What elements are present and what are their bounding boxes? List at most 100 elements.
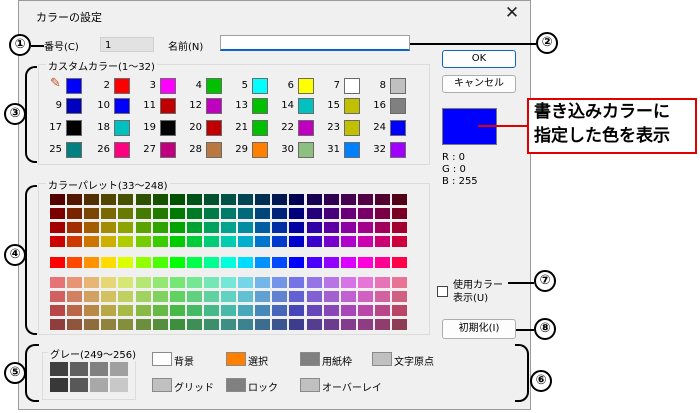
palette-cell[interactable] <box>186 194 202 205</box>
custom-color-swatch[interactable] <box>344 142 360 158</box>
palette-cell[interactable] <box>392 222 407 233</box>
palette-cell[interactable] <box>135 319 151 330</box>
palette-cell[interactable] <box>272 257 288 268</box>
palette-cell[interactable] <box>203 319 219 330</box>
palette-cell[interactable] <box>101 319 117 330</box>
system-color-swatch[interactable] <box>300 378 320 392</box>
palette-cell[interactable] <box>221 194 236 205</box>
palette-cell[interactable] <box>255 277 271 288</box>
palette-cell[interactable] <box>101 277 117 288</box>
palette-cell[interactable] <box>255 236 271 247</box>
palette-cell[interactable] <box>203 222 219 233</box>
palette-cell[interactable] <box>186 257 202 268</box>
palette-cell[interactable] <box>392 208 407 219</box>
palette-cell[interactable] <box>67 305 83 316</box>
name-input[interactable] <box>220 35 410 51</box>
palette-cell[interactable] <box>238 291 254 302</box>
palette-cell[interactable] <box>323 291 339 302</box>
palette-cell[interactable] <box>306 236 322 247</box>
custom-color-swatch[interactable] <box>114 142 130 158</box>
palette-cell[interactable] <box>392 194 407 205</box>
custom-color-swatch[interactable] <box>160 78 176 94</box>
palette-cell[interactable] <box>203 194 219 205</box>
palette-cell[interactable] <box>357 208 373 219</box>
palette-cell[interactable] <box>186 319 202 330</box>
palette-cell[interactable] <box>289 257 305 268</box>
palette-cell[interactable] <box>306 194 322 205</box>
palette-cell[interactable] <box>306 277 322 288</box>
palette-cell[interactable] <box>50 257 65 268</box>
palette-cell[interactable] <box>169 222 185 233</box>
palette-cell[interactable] <box>135 305 151 316</box>
palette-cell[interactable] <box>203 208 219 219</box>
grey-cell[interactable] <box>110 378 128 392</box>
palette-cell[interactable] <box>374 208 390 219</box>
palette-cell[interactable] <box>203 257 219 268</box>
palette-cell[interactable] <box>289 277 305 288</box>
grey-cell[interactable] <box>70 362 88 376</box>
palette-cell[interactable] <box>135 194 151 205</box>
palette-cell[interactable] <box>272 208 288 219</box>
palette-cell[interactable] <box>392 305 407 316</box>
palette-cell[interactable] <box>67 236 83 247</box>
palette-cell[interactable] <box>323 222 339 233</box>
palette-cell[interactable] <box>221 236 236 247</box>
number-field[interactable]: 1 <box>100 37 154 52</box>
palette-cell[interactable] <box>289 319 305 330</box>
palette-cell[interactable] <box>118 277 134 288</box>
system-color-swatch[interactable] <box>226 352 246 366</box>
palette-cell[interactable] <box>272 194 288 205</box>
custom-color-swatch[interactable] <box>344 78 360 94</box>
palette-cell[interactable] <box>357 291 373 302</box>
palette-cell[interactable] <box>84 257 100 268</box>
palette-cell[interactable] <box>221 291 236 302</box>
palette-cell[interactable] <box>118 305 134 316</box>
palette-cell[interactable] <box>255 319 271 330</box>
palette-cell[interactable] <box>289 222 305 233</box>
palette-cell[interactable] <box>101 208 117 219</box>
palette-cell[interactable] <box>67 277 83 288</box>
palette-cell[interactable] <box>101 236 117 247</box>
palette-cell[interactable] <box>221 319 236 330</box>
palette-cell[interactable] <box>67 291 83 302</box>
palette-cell[interactable] <box>50 236 65 247</box>
palette-cell[interactable] <box>238 236 254 247</box>
palette-cell[interactable] <box>255 305 271 316</box>
palette-cell[interactable] <box>84 222 100 233</box>
custom-color-swatch[interactable] <box>114 120 130 136</box>
palette-cell[interactable] <box>323 194 339 205</box>
palette-cell[interactable] <box>306 319 322 330</box>
palette-cell[interactable] <box>135 277 151 288</box>
palette-cell[interactable] <box>306 222 322 233</box>
palette-cell[interactable] <box>67 194 83 205</box>
palette-cell[interactable] <box>357 222 373 233</box>
custom-color-swatch[interactable] <box>160 98 176 114</box>
grey-cell[interactable] <box>110 362 128 376</box>
palette-cell[interactable] <box>238 194 254 205</box>
palette-cell[interactable] <box>340 257 356 268</box>
palette-cell[interactable] <box>340 208 356 219</box>
palette-cell[interactable] <box>84 277 100 288</box>
palette-cell[interactable] <box>221 277 236 288</box>
palette-cell[interactable] <box>169 236 185 247</box>
custom-color-swatch[interactable] <box>298 120 314 136</box>
palette-cell[interactable] <box>255 208 271 219</box>
palette-cell[interactable] <box>118 236 134 247</box>
palette-cell[interactable] <box>84 236 100 247</box>
palette-cell[interactable] <box>169 291 185 302</box>
custom-color-swatch[interactable] <box>206 120 222 136</box>
palette-cell[interactable] <box>84 208 100 219</box>
palette-cell[interactable] <box>118 222 134 233</box>
custom-color-swatch[interactable] <box>298 98 314 114</box>
palette-cell[interactable] <box>135 257 151 268</box>
palette-cell[interactable] <box>169 194 185 205</box>
palette-cell[interactable] <box>186 277 202 288</box>
grey-cell[interactable] <box>50 362 68 376</box>
palette-cell[interactable] <box>67 208 83 219</box>
grey-cell[interactable] <box>90 378 108 392</box>
palette-cell[interactable] <box>84 319 100 330</box>
palette-cell[interactable] <box>186 208 202 219</box>
palette-cell[interactable] <box>118 208 134 219</box>
palette-cell[interactable] <box>374 194 390 205</box>
close-icon[interactable]: ✕ <box>503 3 521 23</box>
